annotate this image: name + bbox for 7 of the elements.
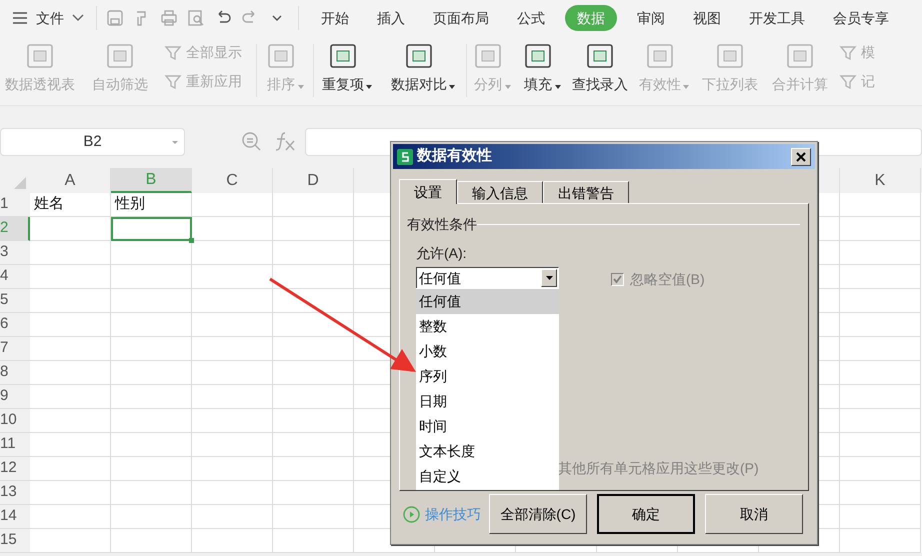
checkbox-label: 其他所有单元格应用这些更改(P): [558, 459, 759, 478]
checkbox-label: 忽略空值(B): [630, 270, 705, 289]
table-cell: 姓名: [30, 193, 111, 217]
table-cell: 性别: [111, 193, 192, 217]
field-label: 允许(A):: [416, 244, 467, 263]
window-title: 数据有效性: [417, 146, 492, 166]
group-title: 有效性条件: [407, 215, 477, 234]
